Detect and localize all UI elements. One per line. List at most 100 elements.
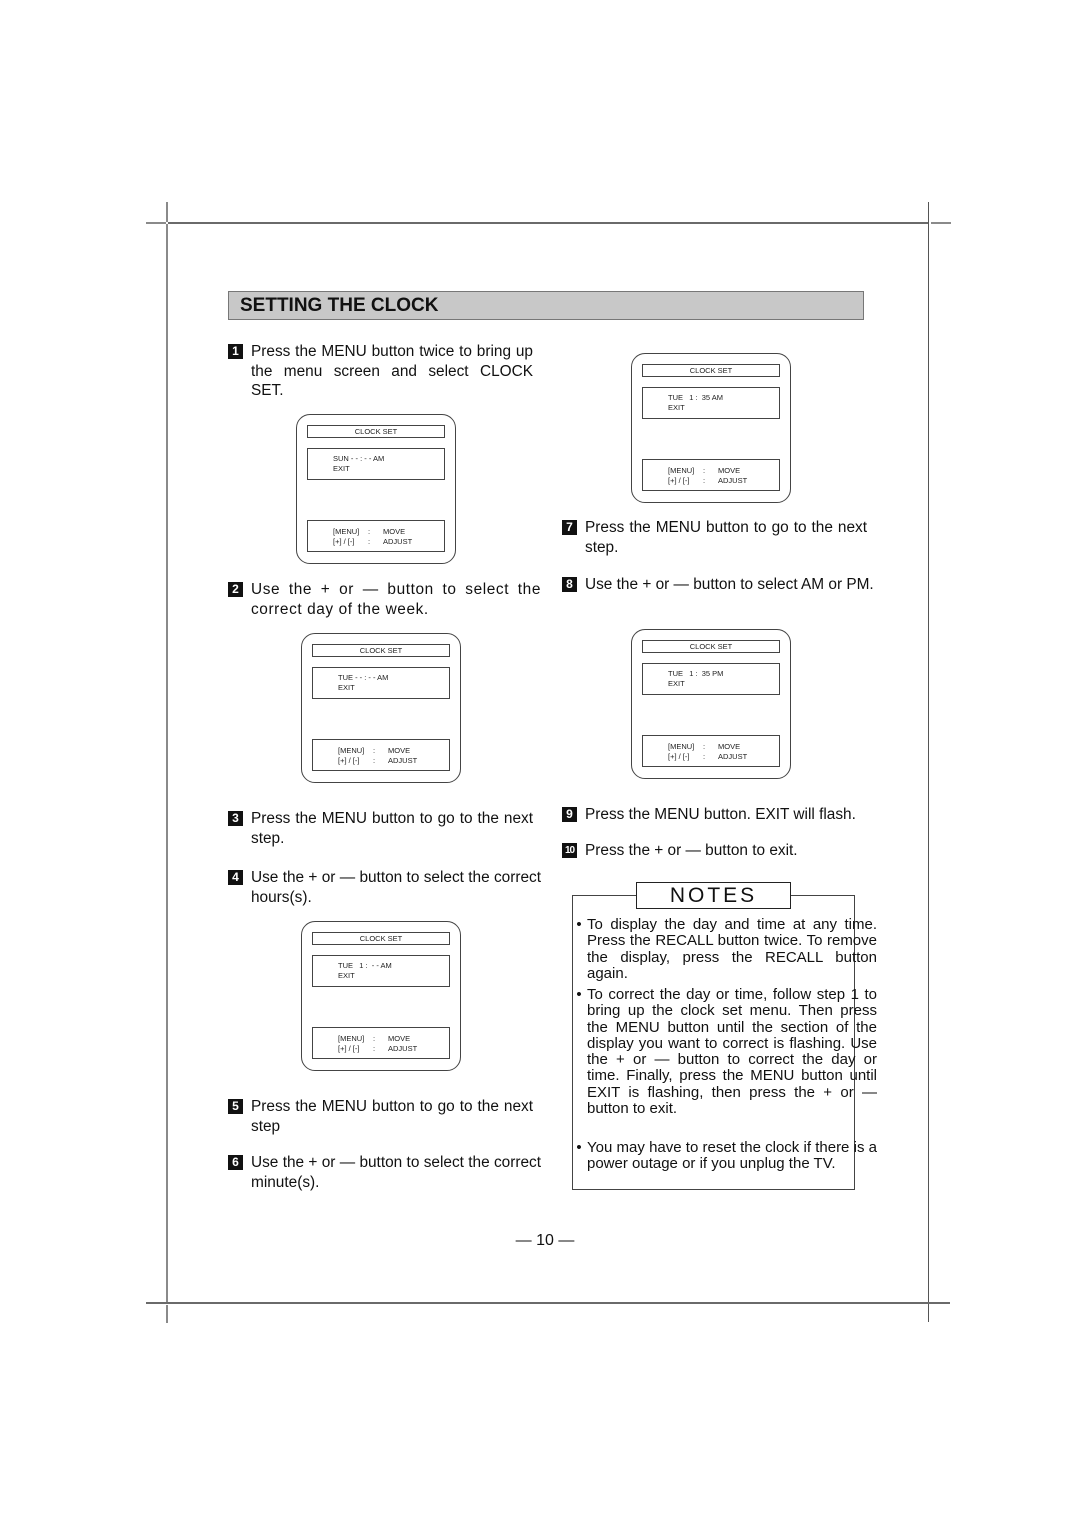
tv-screen-tue: CLOCK SET TUE - - : - - AM EXIT [MENU] :… bbox=[301, 633, 461, 783]
legend-sep: : bbox=[703, 752, 706, 761]
step-number: 3 bbox=[228, 811, 243, 826]
notes-border bbox=[572, 895, 636, 896]
exit-label: EXIT bbox=[668, 403, 685, 412]
legend-value: ADJUST bbox=[718, 476, 748, 485]
legend-value: MOVE bbox=[388, 746, 411, 755]
legend-value: MOVE bbox=[383, 527, 406, 536]
legend-key: [+] / [-] bbox=[338, 756, 360, 765]
legend-sep: : bbox=[373, 1044, 376, 1053]
legend-sep: : bbox=[368, 527, 371, 536]
legend-key: [+] / [-] bbox=[333, 537, 355, 546]
legend-value: MOVE bbox=[388, 1034, 411, 1043]
screen-body: SUN - - : - - AM EXIT bbox=[307, 448, 445, 480]
legend-sep: : bbox=[703, 476, 706, 485]
crop-mark bbox=[166, 202, 168, 222]
bullet-icon: • bbox=[576, 916, 582, 933]
exit-label: EXIT bbox=[338, 683, 355, 692]
legend-value: ADJUST bbox=[388, 1044, 418, 1053]
legend-sep: : bbox=[373, 746, 376, 755]
step-number: 4 bbox=[228, 870, 243, 885]
legend-value: MOVE bbox=[718, 742, 741, 751]
crop-mark bbox=[931, 222, 951, 224]
notes-title: NOTES bbox=[636, 882, 791, 909]
screen-legend: [MENU] : MOVE [+] / [-] : ADJUST bbox=[642, 735, 780, 767]
clock-readout: TUE 1 : - - AM bbox=[338, 961, 392, 970]
step-text: Use the + or — button to select AM or PM… bbox=[585, 576, 874, 593]
page-frame-top bbox=[168, 222, 928, 224]
legend-key: [+] / [-] bbox=[338, 1044, 360, 1053]
tv-screen-hour: CLOCK SET TUE 1 : - - AM EXIT [MENU] : M… bbox=[301, 921, 461, 1071]
section-title-bar: SETTING THE CLOCK bbox=[228, 291, 864, 320]
exit-label: EXIT bbox=[668, 679, 685, 688]
screen-body: TUE 1 : - - AM EXIT bbox=[312, 955, 450, 987]
step-text: Use the + or — button to select the corr… bbox=[251, 1154, 541, 1191]
crop-mark bbox=[166, 1305, 168, 1323]
step-text: Use the + or — button to select the corr… bbox=[251, 869, 541, 906]
screen-body: TUE - - : - - AM EXIT bbox=[312, 667, 450, 699]
clock-readout: TUE 1 : 35 AM bbox=[668, 393, 724, 402]
legend-value: ADJUST bbox=[388, 756, 418, 765]
note-text: You may have to reset the clock if there… bbox=[587, 1139, 877, 1173]
step-text: Press the MENU button to go to the next … bbox=[251, 1098, 533, 1135]
section-title: SETTING THE CLOCK bbox=[240, 295, 439, 316]
legend-sep: : bbox=[373, 756, 376, 765]
step-text: Press the + or — button to exit. bbox=[585, 842, 798, 859]
legend-key: [MENU] bbox=[338, 1034, 365, 1043]
step-number: 7 bbox=[562, 520, 577, 535]
screen-legend: [MENU] : MOVE [+] / [-] : ADJUST bbox=[312, 1027, 450, 1059]
screen-legend: [MENU] : MOVE [+] / [-] : ADJUST bbox=[307, 520, 445, 552]
page-frame-right bbox=[928, 202, 929, 1322]
screen-legend: [MENU] : MOVE [+] / [-] : ADJUST bbox=[312, 739, 450, 771]
legend-value: MOVE bbox=[718, 466, 741, 475]
screen-header: CLOCK SET bbox=[312, 644, 450, 657]
step-text: Press the MENU button to go to the next … bbox=[251, 810, 533, 847]
legend-key: [+] / [-] bbox=[668, 752, 690, 761]
legend-key: [MENU] bbox=[338, 746, 365, 755]
screen-header: CLOCK SET bbox=[642, 640, 780, 653]
legend-sep: : bbox=[703, 742, 706, 751]
legend-key: [+] / [-] bbox=[668, 476, 690, 485]
screen-body: TUE 1 : 35 AM EXIT bbox=[642, 387, 780, 419]
tv-screen-ampm: CLOCK SET TUE 1 : 35 PM EXIT [MENU] : MO… bbox=[631, 629, 791, 779]
notes-border bbox=[791, 895, 855, 896]
screen-header: CLOCK SET bbox=[312, 932, 450, 945]
page-frame-bottom bbox=[146, 1302, 950, 1304]
step-number: 10 bbox=[562, 843, 577, 858]
step-number: 9 bbox=[562, 807, 577, 822]
screen-body: TUE 1 : 35 PM EXIT bbox=[642, 663, 780, 695]
step-number: 2 bbox=[228, 582, 243, 597]
bullet-icon: • bbox=[576, 986, 582, 1003]
step-text: Press the MENU button to go to the next … bbox=[585, 519, 867, 556]
crop-mark bbox=[146, 222, 166, 224]
step-number: 5 bbox=[228, 1099, 243, 1114]
page-number: — 10 — bbox=[515, 1232, 575, 1249]
step-number: 8 bbox=[562, 577, 577, 592]
tv-screen-minute: CLOCK SET TUE 1 : 35 AM EXIT [MENU] : MO… bbox=[631, 353, 791, 503]
legend-key: [MENU] bbox=[668, 466, 695, 475]
legend-sep: : bbox=[703, 466, 706, 475]
legend-value: ADJUST bbox=[718, 752, 748, 761]
step-number: 1 bbox=[228, 344, 243, 359]
legend-key: [MENU] bbox=[668, 742, 695, 751]
screen-header: CLOCK SET bbox=[642, 364, 780, 377]
screen-header: CLOCK SET bbox=[307, 425, 445, 438]
bullet-icon: • bbox=[576, 1139, 582, 1156]
step-text: Press the MENU button. EXIT will flash. bbox=[585, 806, 856, 823]
clock-readout: TUE - - : - - AM bbox=[338, 673, 389, 682]
tv-screen-sun: CLOCK SET SUN - - : - - AM EXIT [MENU] :… bbox=[296, 414, 456, 564]
exit-label: EXIT bbox=[333, 464, 350, 473]
page-frame-left bbox=[166, 224, 168, 1302]
step-text: Use the + or — button to select the corr… bbox=[251, 581, 541, 618]
legend-sep: : bbox=[368, 537, 371, 546]
clock-readout: TUE 1 : 35 PM bbox=[668, 669, 724, 678]
note-text: To display the day and time at any time.… bbox=[587, 916, 877, 982]
step-number: 6 bbox=[228, 1155, 243, 1170]
legend-key: [MENU] bbox=[333, 527, 360, 536]
note-text: To correct the day or time, follow step … bbox=[587, 986, 877, 1118]
legend-value: ADJUST bbox=[383, 537, 413, 546]
exit-label: EXIT bbox=[338, 971, 355, 980]
legend-sep: : bbox=[373, 1034, 376, 1043]
clock-readout: SUN - - : - - AM bbox=[333, 454, 385, 463]
step-text: Press the MENU button twice to bring up … bbox=[251, 343, 533, 399]
screen-legend: [MENU] : MOVE [+] / [-] : ADJUST bbox=[642, 459, 780, 491]
